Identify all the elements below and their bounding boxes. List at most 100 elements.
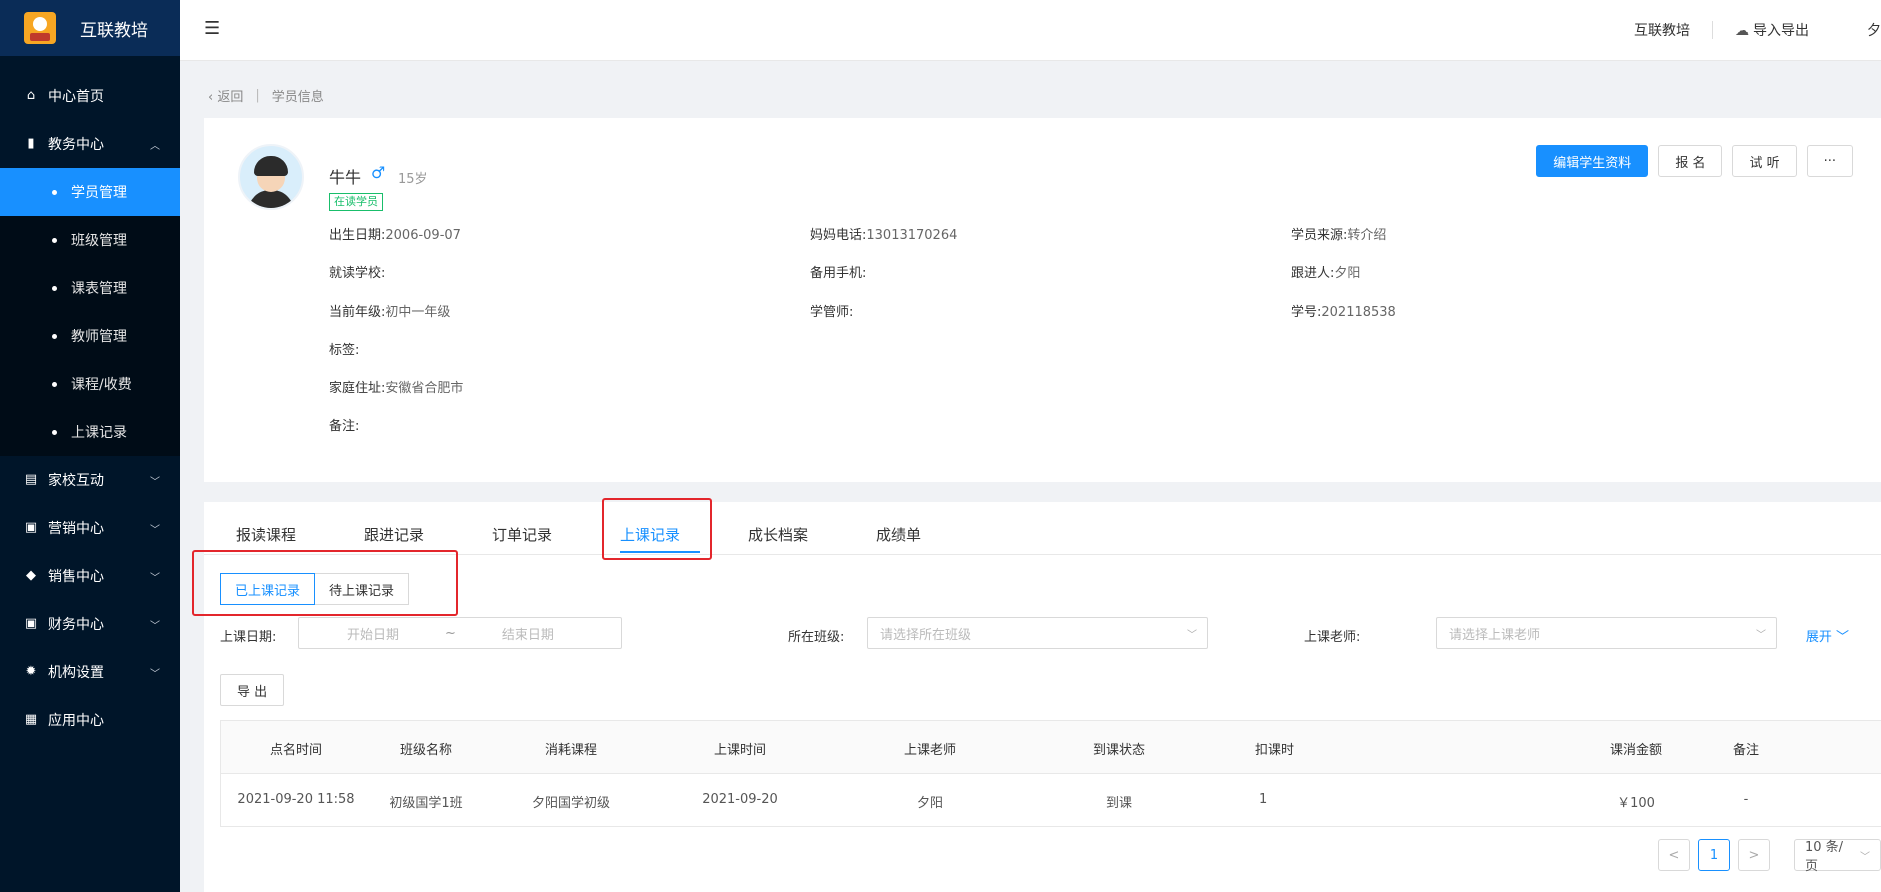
sidebar-subitem-schedule-management[interactable]: 课表管理 [0, 264, 180, 312]
next-page-button[interactable]: > [1737, 839, 1770, 871]
sidebar-subitem-label: 课程/收费 [71, 377, 132, 393]
tab-enrolled-courses[interactable]: 报读课程 [236, 524, 296, 545]
user-name[interactable]: 夕 [1867, 20, 1881, 40]
field-label: 备用手机: [810, 266, 867, 281]
column-header: 备注 [1732, 743, 1759, 758]
tab-follow-up[interactable]: 跟进记录 [364, 524, 424, 545]
field-student-number: 学号:202118538 [1291, 301, 1396, 320]
page-size-select[interactable]: 10 条/页 ﹀ [1793, 839, 1881, 874]
sidebar-item-finance[interactable]: ▣ 财务中心 ﹀ [0, 600, 180, 648]
sidebar-subitem-label: 教师管理 [71, 329, 127, 345]
sidebar-subitem-teacher-management[interactable]: 教师管理 [0, 312, 180, 360]
field-label: 学员来源: [1291, 228, 1348, 243]
student-age: 15岁 [398, 172, 428, 187]
teacher-select[interactable]: 请选择上课老师 ﹀ [1436, 617, 1777, 649]
back-link[interactable]: ‹ 返回 [208, 86, 243, 105]
field-source: 学员来源:转介绍 [1291, 224, 1386, 243]
sidebar-item-apps[interactable]: ▦ 应用中心 [0, 696, 180, 744]
sidebar-subitem-label: 课表管理 [71, 281, 127, 297]
chevron-down-icon: ﹀ [150, 620, 160, 632]
import-export-link[interactable]: ☁ 导入导出 [1735, 20, 1809, 40]
sidebar-item-sales[interactable]: ◆ 销售中心 ﹀ [0, 552, 180, 600]
field-label: 妈妈电话: [810, 228, 867, 243]
top-bar: ☰ 互联教培 ☁ 导入导出 夕 [180, 0, 1881, 61]
breadcrumb-current: 学员信息 [271, 90, 324, 105]
expand-filters-link[interactable]: 展开 ﹀ [1806, 626, 1849, 645]
field-school: 就读学校: [329, 262, 385, 281]
export-button[interactable]: 导 出 [220, 674, 285, 706]
home-icon: ⌂ [26, 88, 36, 103]
more-button[interactable]: ··· [1806, 145, 1853, 177]
sidebar-item-label: 销售中心 [48, 569, 104, 585]
user-icon: ◆ [26, 568, 36, 583]
sidebar-item-label: 营销中心 [48, 521, 104, 537]
bullet-icon [52, 237, 57, 243]
table-row[interactable]: 2021-09-20 11:58 初级国学1班 夕阳国学初级 2021-09-2… [221, 774, 1881, 826]
bullet-icon [52, 381, 57, 387]
pagination: < 1 > 10 条/页 ﹀ [1650, 839, 1881, 874]
date-range-picker[interactable]: 开始日期 ~ 结束日期 [298, 617, 622, 649]
sidebar-subitem-student-management[interactable]: 学员管理 [0, 168, 180, 216]
end-date-placeholder: 结束日期 [501, 627, 554, 643]
field-label: 当前年级: [329, 305, 386, 320]
records-panel: 报读课程 跟进记录 订单记录 上课记录 成长档案 成绩单 已上课记录 待上课记录… [192, 498, 1881, 892]
sidebar-subitem-class-management[interactable]: 班级管理 [0, 216, 180, 264]
table-cell: 2021-09-20 11:58 [237, 792, 355, 807]
sidebar-item-label: 家校互动 [48, 473, 104, 489]
tab-growth-archive[interactable]: 成长档案 [748, 524, 808, 545]
teacher-filter-label: 上课老师: [1304, 630, 1361, 645]
prev-page-button[interactable]: < [1658, 839, 1690, 871]
class-select-placeholder: 请选择所在班级 [880, 627, 972, 643]
column-header: 上课老师 [903, 743, 956, 758]
org-name[interactable]: 互联教培 [1634, 20, 1690, 40]
tab-report-card[interactable]: 成绩单 [876, 524, 921, 545]
field-label: 家庭住址: [329, 381, 386, 396]
field-tags: 标签: [329, 339, 359, 358]
menu-fold-icon[interactable]: ☰ [204, 18, 220, 39]
highlight-box-segment [192, 550, 458, 616]
column-header: 班级名称 [399, 743, 452, 758]
sidebar-subitem-course-fees[interactable]: 课程/收费 [0, 360, 180, 408]
class-select[interactable]: 请选择所在班级 ﹀ [867, 617, 1208, 649]
sidebar-item-academic[interactable]: ▮ 教务中心 ︿ [0, 120, 180, 168]
top-right: 互联教培 ☁ 导入导出 夕 [1634, 0, 1881, 60]
column-header: 课消金额 [1609, 743, 1662, 758]
back-label: 返回 [217, 90, 244, 105]
field-value: 安徽省合肥市 [385, 381, 464, 396]
field-label: 学号: [1291, 305, 1322, 320]
grid-icon: ▦ [24, 712, 38, 727]
avatar-hair [254, 156, 288, 176]
edit-student-button[interactable]: 编辑学生资料 [1536, 145, 1649, 177]
field-backup-phone: 备用手机: [810, 262, 866, 281]
sidebar-menu: ⌂ 中心首页 ▮ 教务中心 ︿ 学员管理 班级管理 课表管理 教师管理 课程/收… [0, 56, 180, 744]
sidebar-item-label: 中心首页 [48, 89, 104, 105]
expand-label: 展开 [1805, 630, 1832, 645]
gear-icon: ✹ [25, 664, 37, 679]
sidebar-item-settings[interactable]: ✹ 机构设置 ﹀ [0, 648, 180, 696]
logo-row: 互联教培 [0, 0, 180, 56]
field-label: 出生日期: [329, 228, 386, 243]
sidebar-item-label: 应用中心 [48, 713, 104, 729]
sidebar: 互联教培 ⌂ 中心首页 ▮ 教务中心 ︿ 学员管理 班级管理 课表管理 教师管理 [0, 0, 180, 892]
table-cell: 2021-09-20 [702, 792, 778, 807]
page-number-button[interactable]: 1 [1697, 839, 1730, 871]
cloud-icon: ☁ [1735, 23, 1749, 39]
field-label: 学管师: [810, 305, 854, 320]
sidebar-item-home[interactable]: ⌂ 中心首页 [0, 72, 180, 120]
field-label: 就读学校: [329, 266, 386, 281]
tab-orders[interactable]: 订单记录 [492, 524, 552, 545]
chevron-down-icon: ﹀ [150, 524, 160, 536]
table-cell: 夕阳 [916, 796, 943, 811]
record-tabs: 报读课程 跟进记录 订单记录 上课记录 成长档案 成绩单 [204, 502, 1881, 555]
table-cell: ￥100 [1617, 796, 1655, 811]
teacher-select-placeholder: 请选择上课老师 [1449, 627, 1541, 643]
sidebar-subitem-class-records[interactable]: 上课记录 [0, 408, 180, 456]
field-value: 13013170264 [866, 228, 958, 243]
enroll-button[interactable]: 报 名 [1658, 145, 1723, 177]
sidebar-item-home-school[interactable]: ▤ 家校互动 ﹀ [0, 456, 180, 504]
class-records-table: 点名时间 班级名称 消耗课程 上课时间 上课老师 到课状态 扣课时 课消金额 备… [220, 720, 1881, 827]
date-filter-label: 上课日期: [220, 630, 277, 645]
sidebar-item-marketing[interactable]: ▣ 营销中心 ﹀ [0, 504, 180, 552]
trial-button[interactable]: 试 听 [1732, 145, 1797, 177]
import-export-label: 导入导出 [1753, 23, 1809, 39]
